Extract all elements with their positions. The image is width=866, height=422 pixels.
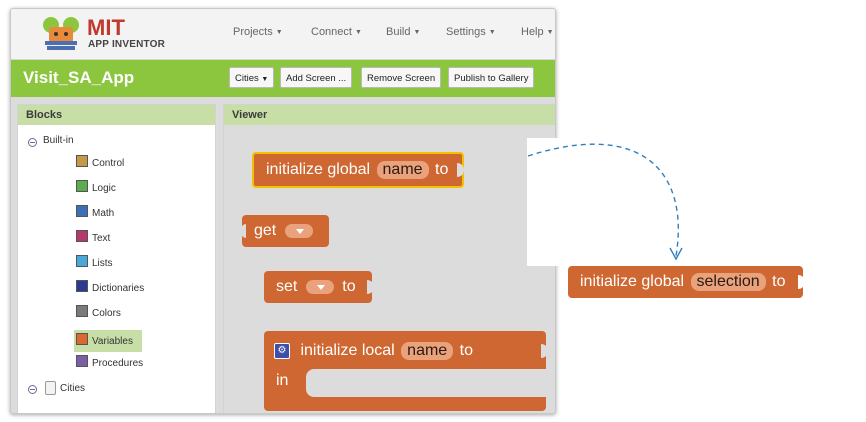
variable-name-field[interactable]: name	[376, 160, 429, 179]
set-block[interactable]: set to	[264, 271, 374, 303]
logic-swatch-icon	[76, 180, 88, 192]
plug-notch	[241, 224, 246, 238]
dropdown-icon[interactable]	[305, 279, 334, 294]
variables-swatch-icon	[76, 333, 88, 345]
tree-cities[interactable]: Cities	[26, 381, 206, 397]
collapse-icon	[28, 385, 37, 394]
viewer-title: Viewer	[224, 105, 555, 125]
viewer-panel: Viewer initialize global name to get set…	[223, 104, 555, 413]
phone-screen-icon	[45, 381, 56, 395]
control-swatch-icon	[76, 155, 88, 167]
blocks-panel: Blocks Built-in Control Logic Math Text …	[17, 104, 216, 413]
category-math[interactable]: Math	[76, 205, 196, 223]
colors-swatch-icon	[76, 305, 88, 317]
menu-settings[interactable]: Settings ▼	[446, 26, 496, 38]
lists-swatch-icon	[76, 255, 88, 267]
category-dictionaries[interactable]: Dictionaries	[76, 280, 196, 298]
app-inventor-logo-icon	[43, 17, 79, 50]
menu-projects[interactable]: Projects ▼	[233, 26, 283, 38]
socket-notch	[457, 163, 465, 177]
category-procedures[interactable]: Procedures	[76, 355, 196, 373]
menu-connect[interactable]: Connect ▼	[311, 26, 362, 38]
caret-down-icon: ▼	[261, 76, 269, 83]
category-variables[interactable]: Variables	[74, 330, 142, 352]
text-swatch-icon	[76, 230, 88, 242]
collapse-icon	[28, 138, 37, 147]
logo-title: MIT	[87, 15, 125, 40]
dictionaries-swatch-icon	[76, 280, 88, 292]
statement-slot	[306, 369, 546, 397]
remove-screen-button[interactable]: Remove Screen	[361, 67, 442, 88]
in-label: in	[276, 372, 289, 389]
add-screen-button[interactable]: Add Screen ...	[280, 67, 353, 88]
caret-down-icon: ▼	[546, 28, 554, 36]
logo-subtitle: APP INVENTOR	[88, 39, 166, 50]
initialize-global-block[interactable]: initialize global name to	[252, 152, 465, 188]
category-lists[interactable]: Lists	[76, 255, 196, 273]
project-title: Visit_SA_App	[23, 68, 135, 87]
procedures-swatch-icon	[76, 355, 88, 367]
initialize-local-block[interactable]: ⚙ initialize local name to in	[264, 331, 548, 411]
menu-build[interactable]: Build ▼	[386, 26, 420, 38]
socket-notch	[366, 280, 374, 294]
publish-to-gallery-button[interactable]: Publish to Gallery	[448, 67, 535, 88]
blocks-panel-title: Blocks	[18, 105, 215, 125]
local-name-field[interactable]: name	[401, 341, 454, 360]
socket-notch	[541, 344, 548, 358]
socket-notch	[798, 275, 806, 289]
category-control[interactable]: Control	[76, 155, 196, 173]
dropdown-icon[interactable]	[284, 223, 313, 238]
category-colors[interactable]: Colors	[76, 305, 196, 323]
initialize-global-selection-block: initialize global selection to	[568, 266, 806, 298]
project-bar: Visit_SA_App Cities ▼ Add Screen ... Rem…	[11, 60, 555, 97]
caret-down-icon: ▼	[354, 28, 362, 36]
tree-builtin[interactable]: Built-in	[26, 135, 206, 151]
category-logic[interactable]: Logic	[76, 180, 196, 198]
selection-name-field: selection	[690, 272, 766, 291]
screen-select[interactable]: Cities ▼	[229, 67, 275, 88]
menu-help[interactable]: Help ▼	[521, 26, 554, 38]
caret-down-icon: ▼	[275, 28, 283, 36]
caret-down-icon: ▼	[488, 28, 496, 36]
gear-icon[interactable]: ⚙	[274, 342, 290, 359]
category-text[interactable]: Text	[76, 230, 196, 248]
top-bar: MIT APP INVENTOR Projects ▼ Connect ▼ Buil…	[11, 9, 555, 60]
callout-mask	[527, 138, 561, 266]
math-swatch-icon	[76, 205, 88, 217]
get-block[interactable]: get	[241, 215, 329, 247]
app-inventor-window: MIT APP INVENTOR Projects ▼ Connect ▼ Buil…	[10, 8, 556, 414]
caret-down-icon: ▼	[413, 28, 421, 36]
